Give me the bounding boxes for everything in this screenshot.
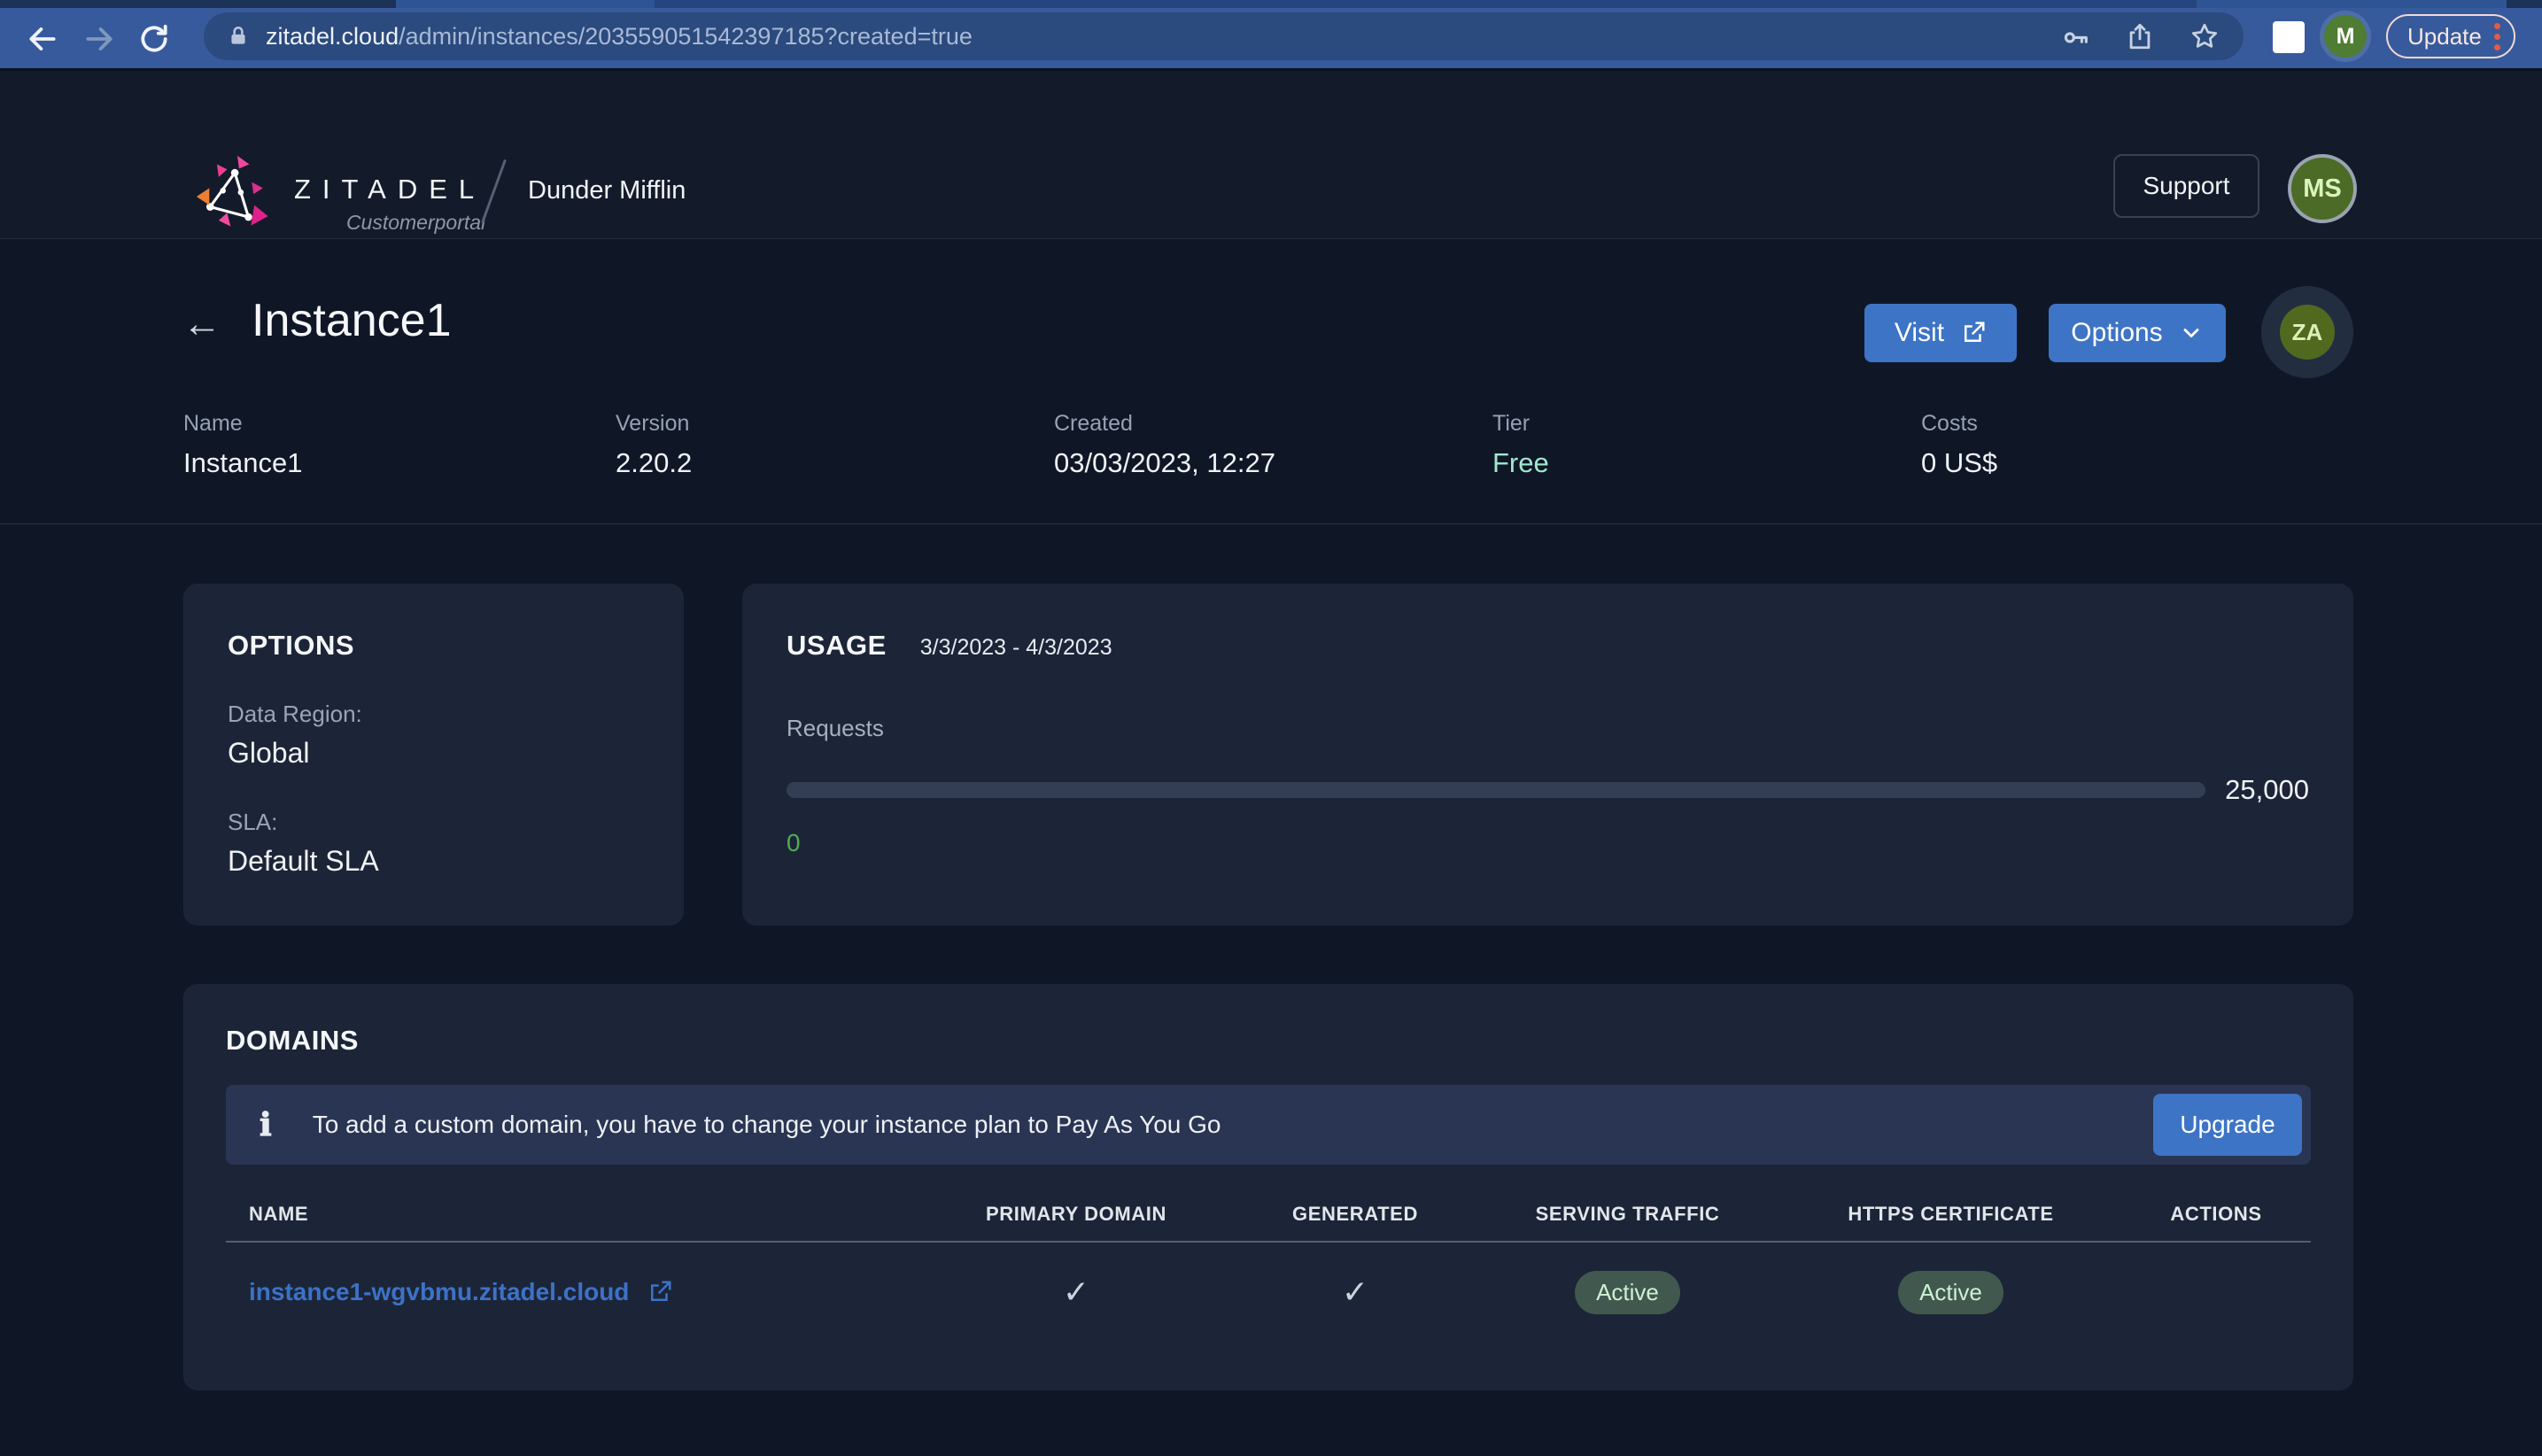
chevron-down-icon (2183, 329, 2199, 337)
col-primary-domain: PRIMARY DOMAIN (986, 1203, 1166, 1225)
sla-label: SLA: (228, 809, 278, 835)
col-https-certificate: HTTPS CERTIFICATE (1848, 1203, 2054, 1225)
tier-value: Free (1492, 447, 1549, 478)
url-host: zitadel.cloud (266, 22, 399, 50)
browser-chrome: zitadel.cloud/admin/instances/2035590515… (0, 0, 2542, 71)
domain-link[interactable]: instance1-wgvbmu.zitadel.cloud (249, 1278, 629, 1306)
options-button[interactable]: Options (2049, 304, 2226, 362)
upgrade-notice-banner: ℹ To add a custom domain, you have to ch… (226, 1085, 2311, 1165)
org-name: Dunder Mifflin (528, 176, 686, 205)
meta-version: Version 2.20.2 (616, 411, 693, 478)
https-certificate-badge: Active (1898, 1270, 2003, 1314)
domains-table-header: NAME PRIMARY DOMAIN GENERATED SERVING TR… (226, 1188, 2311, 1243)
usage-progress-bar (787, 782, 2206, 798)
meta-name: Name Instance1 (183, 411, 303, 478)
col-serving-traffic: SERVING TRAFFIC (1535, 1203, 1720, 1225)
domains-card: DOMAINS ℹ To add a custom domain, you ha… (183, 984, 2353, 1390)
lock-icon (231, 26, 245, 44)
bookmark-star-icon[interactable] (2189, 20, 2220, 52)
back-icon (29, 27, 56, 50)
back-arrow-button[interactable]: ← (182, 305, 221, 344)
forward-icon (86, 27, 112, 50)
user-avatar[interactable]: MS (2288, 154, 2357, 223)
share-icon[interactable] (2125, 21, 2155, 51)
table-row: instance1-wgvbmu.zitadel.cloud ✓ ✓ Activ… (226, 1243, 2311, 1342)
side-panel-icon[interactable] (2273, 21, 2305, 53)
brand-subtitle: Customerportal (345, 211, 486, 234)
refresh-button[interactable] (135, 19, 174, 58)
external-link-icon (1965, 321, 1985, 342)
data-region-value: Global (228, 737, 310, 769)
notice-text: To add a custom domain, you have to chan… (312, 1111, 1221, 1138)
col-actions: ACTIONS (2170, 1203, 2262, 1225)
refresh-icon (141, 24, 167, 52)
section-divider (0, 523, 2542, 524)
primary-domain-check-icon: ✓ (1062, 1274, 1090, 1310)
usage-limit: 25,000 (2225, 774, 2309, 805)
visit-button[interactable]: Visit (1864, 304, 2017, 362)
browser-tab-strip (0, 0, 2542, 8)
col-name: NAME (249, 1203, 309, 1225)
brand-name: ZITADEL (294, 174, 486, 205)
upgrade-button[interactable]: Upgrade (2153, 1094, 2302, 1156)
sla-value: Default SLA (228, 845, 379, 877)
url-path: /admin/instances/203559051542397185?crea… (399, 22, 973, 50)
usage-card-title: USAGE (787, 630, 887, 661)
info-icon: ℹ (260, 1107, 272, 1142)
serving-traffic-badge: Active (1575, 1270, 1680, 1314)
url-text: zitadel.cloud/admin/instances/2035590515… (266, 23, 973, 50)
options-label: Options (2071, 318, 2163, 347)
key-icon[interactable] (2061, 21, 2091, 51)
usage-period: 3/3/2023 - 4/3/2023 (919, 635, 1112, 660)
usage-metric-label: Requests (787, 715, 884, 741)
domains-table: NAME PRIMARY DOMAIN GENERATED SERVING TR… (226, 1188, 2311, 1342)
page-title: Instance1 (252, 295, 452, 346)
external-link-icon[interactable] (647, 1279, 673, 1305)
browser-update-button[interactable]: Update (2386, 14, 2515, 58)
forward-button[interactable] (80, 19, 119, 58)
instance-avatar: ZA (2280, 305, 2335, 360)
meta-costs: Costs 0 US$ (1921, 411, 1998, 478)
address-bar[interactable]: zitadel.cloud/admin/instances/2035590515… (204, 12, 2244, 60)
usage-current-value: 0 (787, 829, 801, 856)
back-button[interactable] (23, 19, 62, 58)
update-label: Update (2407, 22, 2482, 50)
zitadel-logo[interactable] (195, 154, 280, 239)
meta-tier: Tier Free (1492, 411, 1549, 478)
domains-card-title: DOMAINS (226, 1025, 359, 1056)
portal-header: ZITADEL Customerportal Dunder Mifflin Su… (0, 71, 2542, 293)
back-arrow-icon: ← (182, 302, 221, 345)
options-card: OPTIONS Data Region: Global SLA: Default… (183, 584, 684, 925)
brand-block[interactable]: ZITADEL Customerportal (294, 174, 485, 235)
instance-avatar-ring[interactable]: ZA (2261, 286, 2353, 378)
generated-check-icon: ✓ (1341, 1274, 1369, 1310)
data-region-label: Data Region: (228, 701, 362, 727)
meta-created: Created 03/03/2023, 12:27 (1054, 411, 1275, 478)
visit-label: Visit (1894, 318, 1945, 347)
options-card-title: OPTIONS (228, 630, 355, 661)
support-button[interactable]: Support (2113, 154, 2259, 218)
usage-card: USAGE 3/3/2023 - 4/3/2023 Requests 25,00… (742, 584, 2353, 925)
col-generated: GENERATED (1292, 1203, 1418, 1225)
browser-menu-icon[interactable] (2493, 22, 2500, 50)
browser-profile-avatar[interactable]: M (2324, 15, 2367, 58)
